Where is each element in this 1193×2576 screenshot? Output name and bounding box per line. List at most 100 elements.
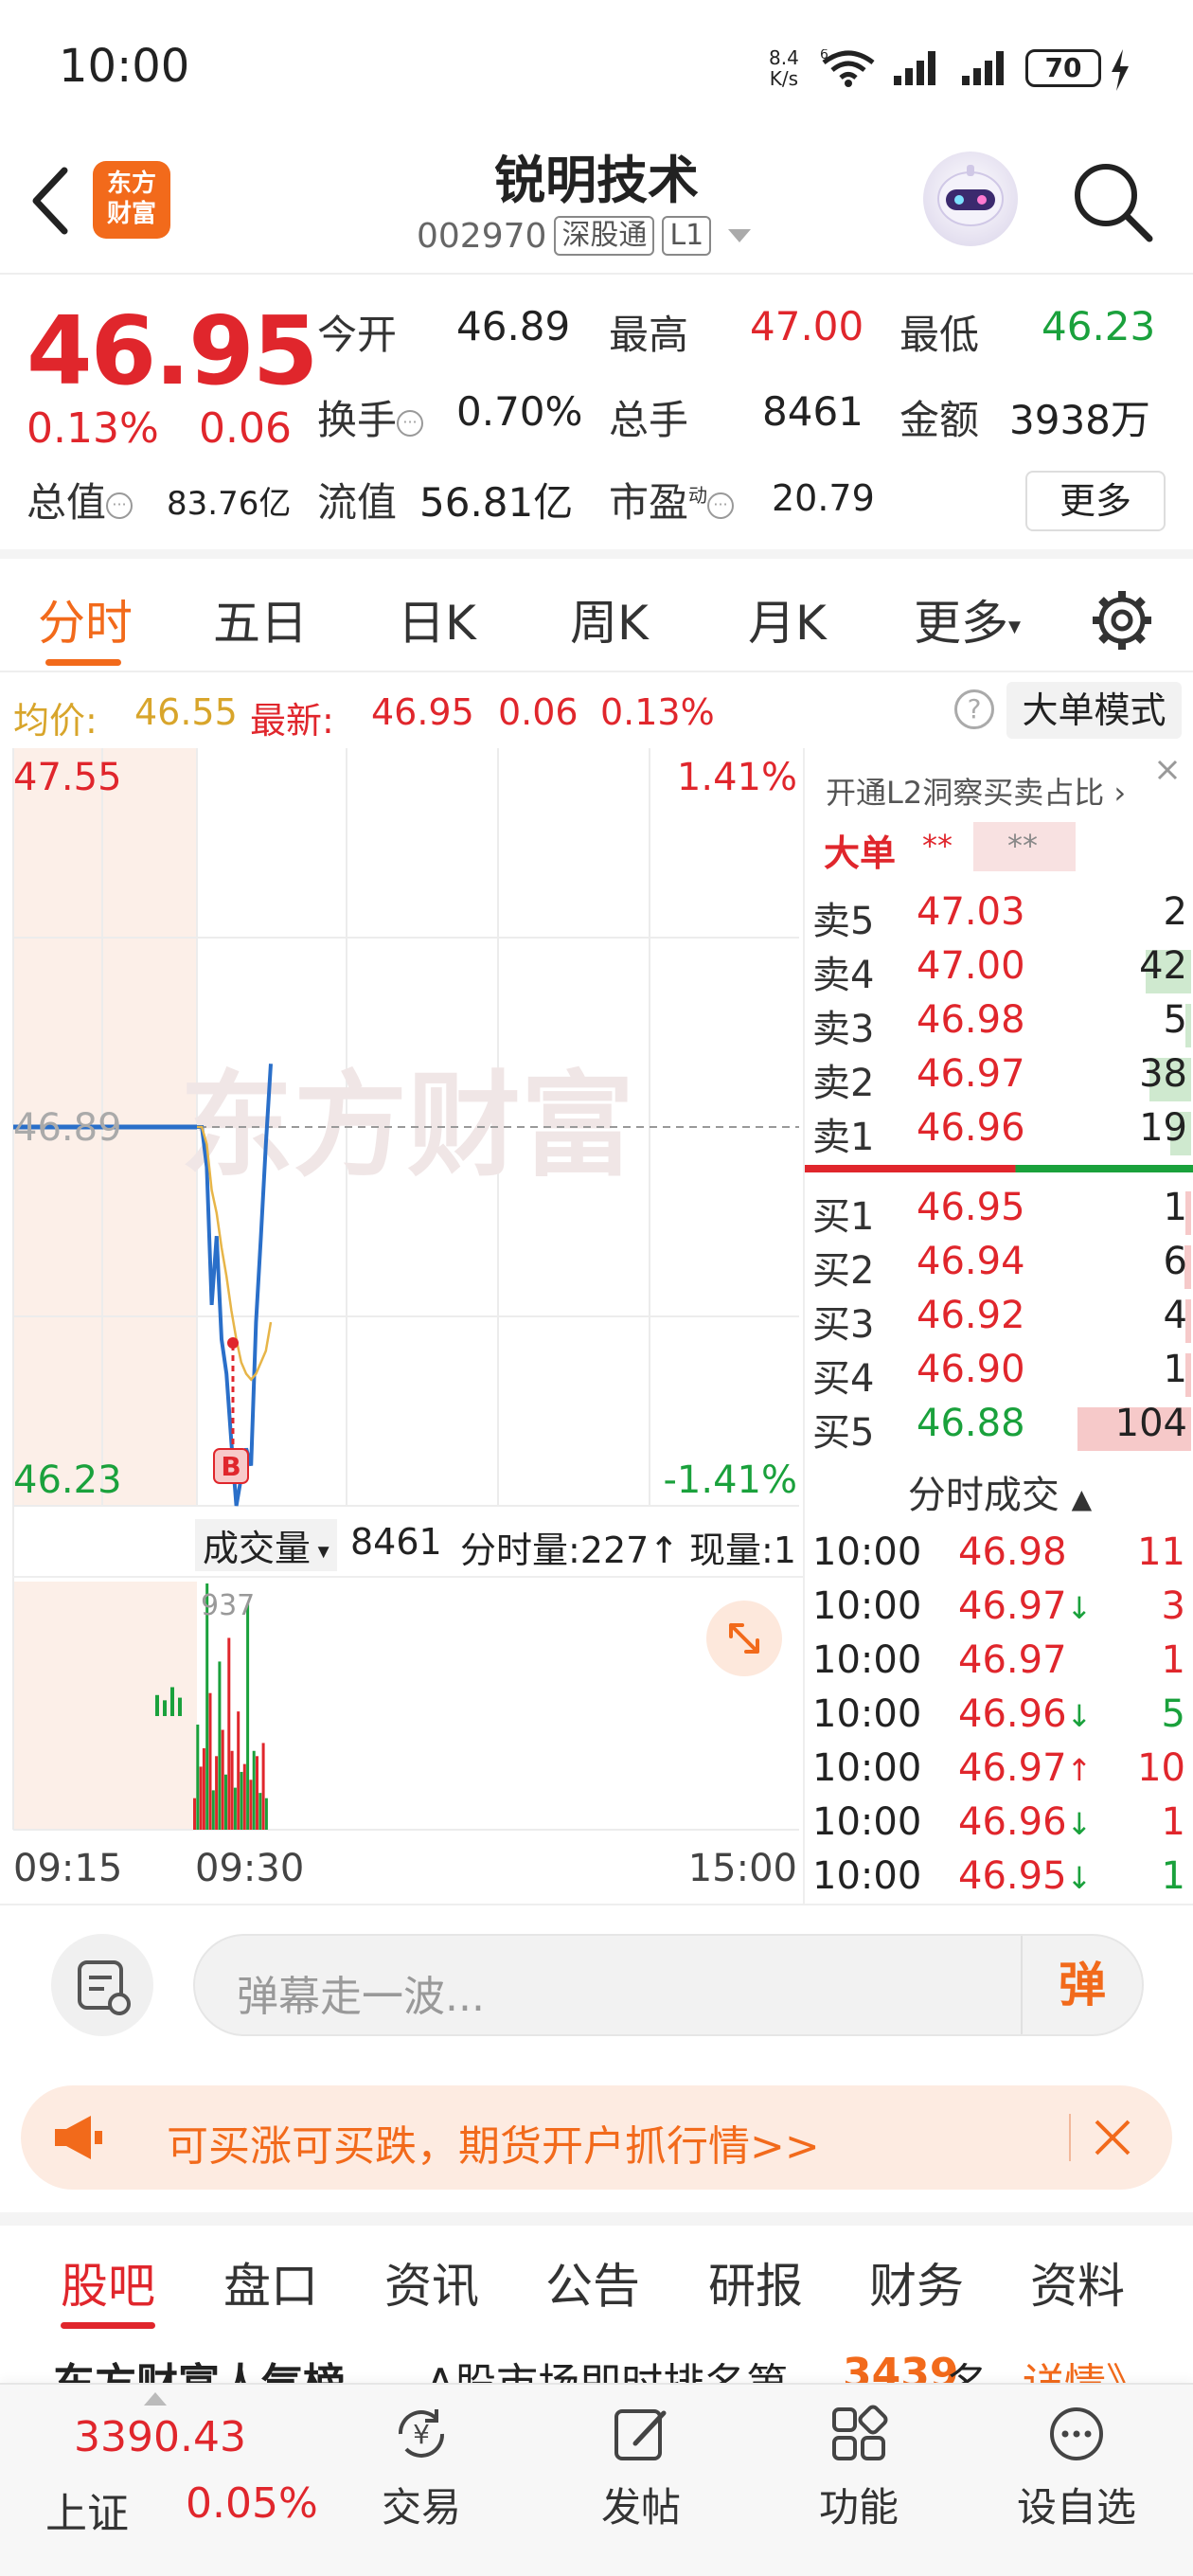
search-icon[interactable] — [1070, 159, 1155, 244]
avg-price-row: 均价: 46.55 最新: 46.95 0.06 0.13% ? 大单模式 — [0, 674, 1193, 746]
tab-order-panel[interactable]: 盘口 — [223, 2248, 318, 2317]
amount-value: 3938万 — [1009, 397, 1150, 443]
bid-level-5[interactable]: 买5 46.88 104 — [805, 1402, 1193, 1456]
low-value: 46.23 — [1042, 303, 1156, 349]
nav-functions[interactable]: 功能 — [778, 2400, 939, 2533]
trade-price: 46.96↓ — [958, 1800, 1093, 1844]
current-price: 46.95 — [27, 295, 318, 406]
trade-volume: 3 — [1161, 1584, 1185, 1628]
volume-bar — [208, 1692, 212, 1830]
ask-level-2[interactable]: 卖4 47.00 42 — [805, 944, 1193, 998]
tab-more[interactable]: 更多▾ — [914, 585, 1021, 653]
tab-research[interactable]: 研报 — [708, 2248, 803, 2317]
popularity-rank-row[interactable]: 东方财富人气榜 A股市场即时排名第 3439 名 详情》 — [0, 2331, 1193, 2388]
volume-value: 8461 — [762, 388, 864, 435]
tab-announcements[interactable]: 公告 — [545, 2248, 640, 2317]
volume-bar — [211, 1790, 215, 1830]
nav-add-watchlist[interactable]: 设自选 — [996, 2400, 1157, 2533]
tab-daily-k[interactable]: 日K — [398, 585, 476, 653]
tab-forum[interactable]: 股吧 — [61, 2248, 155, 2317]
close-icon[interactable] — [1089, 2114, 1136, 2161]
robot-icon — [937, 165, 1004, 226]
settings-gear-icon[interactable] — [1089, 587, 1155, 653]
ask-level-4[interactable]: 卖2 46.97 38 — [805, 1052, 1193, 1106]
trades-header[interactable]: 分时成交 ▲ — [805, 1464, 1193, 1519]
level-price: 46.97 — [917, 1052, 1025, 1096]
level-qty: 38 — [1139, 1052, 1187, 1096]
robot-assistant-avatar[interactable] — [923, 152, 1018, 246]
buy-marker-label: B — [221, 1451, 240, 1482]
buy-sell-ratio-bar — [805, 1165, 1193, 1172]
close-icon[interactable] — [1151, 754, 1184, 786]
volume-bar — [196, 1725, 200, 1830]
info-icon[interactable]: ··· — [397, 409, 424, 437]
level-label: 卖1 — [812, 1116, 875, 1159]
big-order-buy-stars: ** — [922, 828, 953, 864]
latest-change: 0.06 — [498, 691, 579, 733]
danmaku-toggle-button[interactable]: 弹 — [1021, 1936, 1142, 2034]
l2-upsell-link[interactable]: 开通L2洞察买卖占比 › — [826, 769, 1126, 813]
info-icon[interactable]: ··· — [707, 492, 735, 519]
promo-banner[interactable]: 可买涨可买跌，期货开户抓行情>> — [21, 2085, 1172, 2190]
danmaku-input[interactable]: 弹幕走一波... 弹 — [193, 1934, 1144, 2036]
help-icon[interactable]: ? — [954, 689, 994, 729]
volume-selector[interactable]: 成交量 ▾ — [195, 1519, 337, 1571]
turnover-label: 换手 ··· — [317, 388, 424, 446]
buy-marker-dot — [227, 1337, 239, 1349]
active-tab-indicator — [45, 659, 121, 666]
svg-text:¥: ¥ — [413, 2419, 430, 2450]
comment-settings-button[interactable] — [51, 1934, 153, 2036]
level-qty: 19 — [1139, 1106, 1187, 1150]
ask-level-3[interactable]: 卖3 46.98 5 — [805, 998, 1193, 1052]
trade-price: 46.95↓ — [958, 1854, 1093, 1898]
big-order-label: 大单 — [824, 832, 897, 874]
bid-level-1[interactable]: 买1 46.95 1 — [805, 1186, 1193, 1240]
ask-level-5[interactable]: 卖1 46.96 19 — [805, 1106, 1193, 1160]
level-price: 47.03 — [917, 890, 1025, 934]
grid-functions-icon — [832, 2405, 888, 2460]
volume-bar — [252, 1750, 256, 1830]
tab-weekly-k[interactable]: 周K — [570, 585, 649, 653]
intraday-chart[interactable]: 东方财富 B 47.55 46.89 46.23 1.41% -1.41% 成交… — [0, 748, 803, 1904]
divider — [1069, 2114, 1071, 2161]
info-icon[interactable]: ··· — [106, 492, 134, 519]
stock-code-row[interactable]: 002970 深股通 L1 — [417, 216, 752, 256]
expand-button[interactable] — [706, 1601, 782, 1676]
volume-total: 8461 — [350, 1521, 442, 1563]
volume-bar — [215, 1756, 219, 1830]
level-label: 买3 — [812, 1303, 875, 1347]
volume-bar — [221, 1729, 224, 1830]
tab-monthly-k[interactable]: 月K — [748, 585, 827, 653]
level-label: 卖3 — [812, 1008, 875, 1051]
tab-profile[interactable]: 资料 — [1030, 2248, 1125, 2317]
tab-financials[interactable]: 财务 — [869, 2248, 964, 2317]
level-price: 46.96 — [917, 1106, 1025, 1150]
level-qty: 5 — [1163, 998, 1187, 1042]
nav-post[interactable]: 发帖 — [561, 2400, 721, 2533]
status-bar: 10:00 8.4 K/s 6 70 — [0, 0, 1193, 133]
net-speed: 8.4 K/s — [769, 46, 799, 90]
tab-five-day[interactable]: 五日 — [213, 585, 308, 653]
battery-indicator: 70 — [1025, 49, 1101, 87]
tab-news[interactable]: 资讯 — [384, 2248, 479, 2317]
market-cap-label: 总值 ··· — [27, 471, 134, 528]
tab-intraday[interactable]: 分时 — [38, 585, 133, 653]
volume-bar — [246, 1603, 250, 1830]
bid-level-3[interactable]: 买3 46.92 4 — [805, 1294, 1193, 1348]
bid-level-4[interactable]: 买4 46.90 1 — [805, 1348, 1193, 1402]
bid-level-2[interactable]: 买2 46.94 6 — [805, 1240, 1193, 1294]
level-price: 46.92 — [917, 1294, 1025, 1337]
down-arrow-icon: ↓ — [1066, 1860, 1093, 1896]
ask-level-1[interactable]: 卖5 47.03 2 — [805, 890, 1193, 944]
big-order-mode-button[interactable]: 大单模式 — [1006, 682, 1182, 739]
chevron-right-icon: › — [1113, 775, 1127, 811]
signal-icon-1 — [894, 51, 935, 85]
index-value: 3390.43 — [74, 2413, 246, 2461]
pre-open-volume-bar — [155, 1694, 159, 1716]
megaphone-icon — [55, 2116, 102, 2159]
more-quote-button[interactable]: 更多 — [1025, 471, 1166, 531]
trade-time: 10:00 — [812, 1854, 922, 1898]
nav-trade[interactable]: ¥ 交易 — [341, 2400, 502, 2533]
trade-price: 46.97 — [958, 1638, 1067, 1682]
trade-row: 10:00 46.96↓ 5 — [805, 1692, 1193, 1746]
